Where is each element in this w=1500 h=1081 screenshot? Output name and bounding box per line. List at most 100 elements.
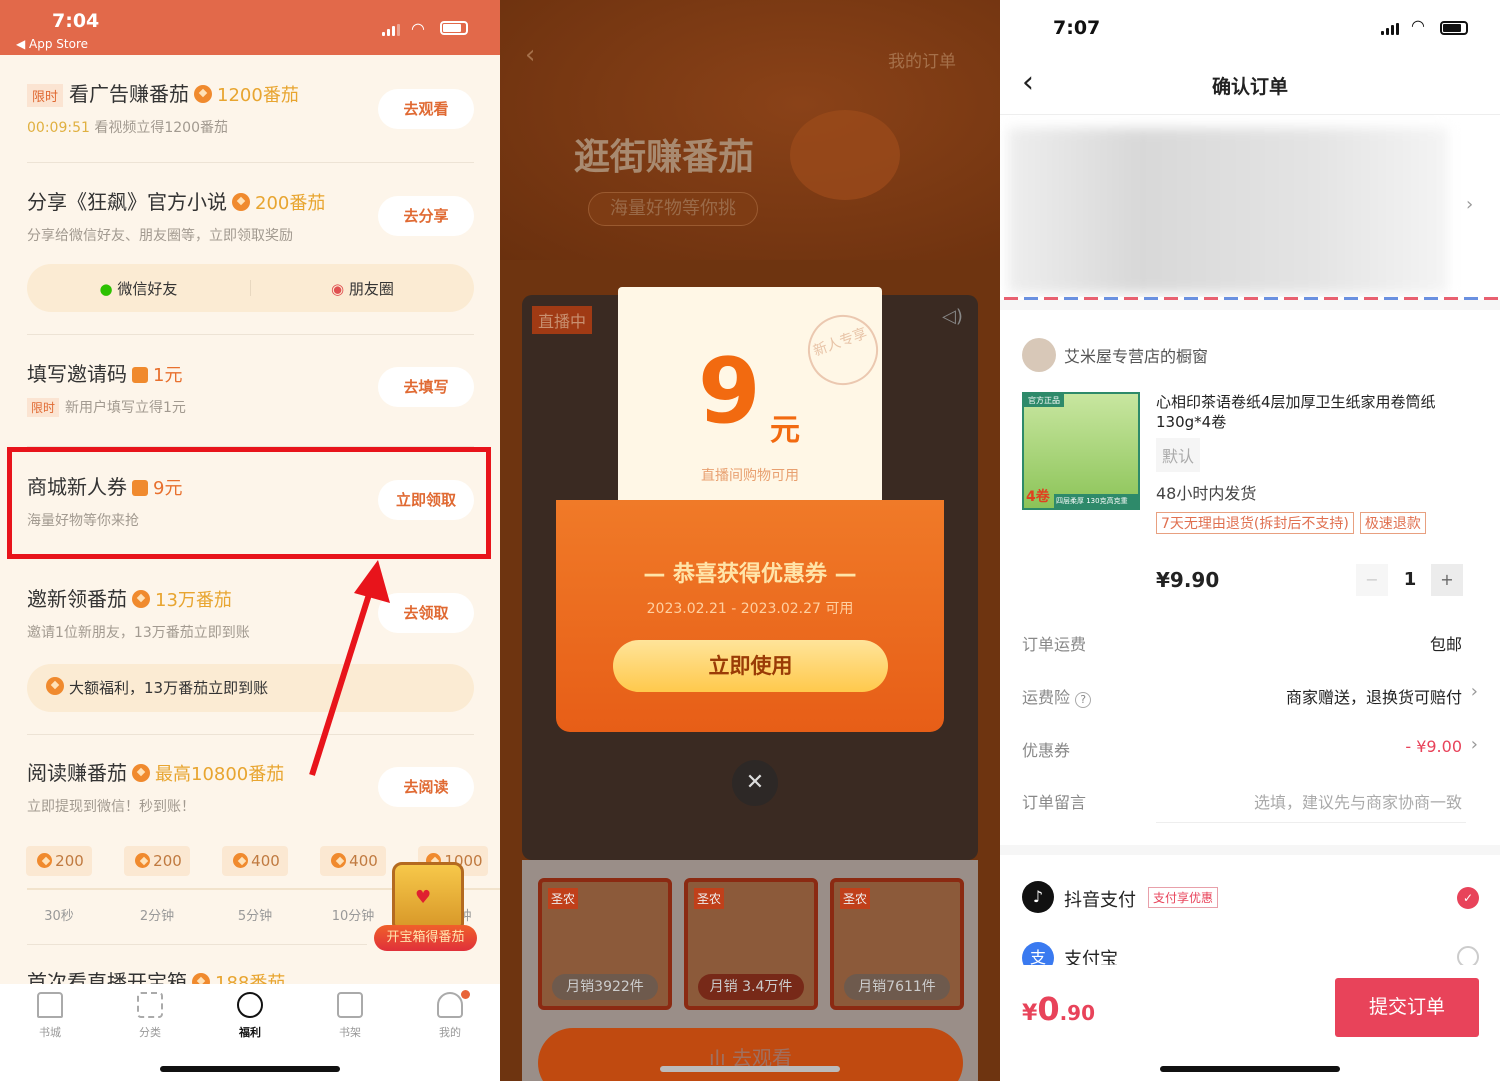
section-gap xyxy=(1000,845,1500,855)
step-label: 10分钟 xyxy=(331,909,375,924)
product-card[interactable]: 圣农 月销7611件 xyxy=(830,878,964,1010)
row-label: 订单留言 xyxy=(1022,793,1087,812)
quantity-value[interactable]: 1 xyxy=(1398,569,1422,590)
tab-mine[interactable]: 我的 xyxy=(420,990,480,1040)
cash-icon xyxy=(132,367,148,383)
chevron-right-icon: › xyxy=(1470,681,1478,702)
task-subtitle: 新用户填写立得1元 xyxy=(65,400,186,416)
tab-label: 我的 xyxy=(439,1026,461,1039)
chevron-right-icon[interactable]: › xyxy=(1466,194,1473,215)
shop-avatar xyxy=(1022,338,1056,372)
status-bar: 7:04 ◀ App Store ◠ xyxy=(0,0,500,55)
radio-unselected-icon[interactable] xyxy=(1457,946,1479,965)
alipay-icon: 支 xyxy=(1022,942,1054,965)
task-subtitle: 分享给微信好友、朋友圈等，立即领取奖励 xyxy=(27,228,293,244)
tab-welfare[interactable]: 福利 xyxy=(220,992,280,1040)
back-icon[interactable]: ‹ xyxy=(525,40,535,70)
coupon-note: 直播间购物可用 xyxy=(701,468,799,484)
watch-ad-button[interactable]: 去观看 xyxy=(378,89,474,129)
product-card[interactable]: 圣农 月销3922件 xyxy=(538,878,672,1010)
step-value: 200 xyxy=(153,852,182,870)
radio-selected-icon[interactable]: ✓ xyxy=(1457,887,1479,909)
coin-icon xyxy=(331,853,347,868)
speaker-icon[interactable]: ◁) xyxy=(942,306,963,327)
fill-code-button[interactable]: 去填写 xyxy=(378,367,474,407)
help-icon[interactable]: ? xyxy=(1075,692,1092,708)
currency-symbol: ¥ xyxy=(1022,1001,1038,1026)
my-orders-link[interactable]: 我的订单 xyxy=(888,47,956,72)
reward-step: 400 xyxy=(320,846,386,876)
image-caption: 四层柔厚 130克高克重 xyxy=(1054,494,1138,508)
service-badges: 7天无理由退货(拆封后不支持) 极速退款 xyxy=(1156,512,1426,534)
coupon-envelope: — 恭喜获得优惠券 — 2023.02.21 - 2023.02.27 可用 xyxy=(556,500,944,732)
payment-alipay: 支付宝 xyxy=(1064,949,1118,965)
product-spec[interactable]: 默认 xyxy=(1156,438,1201,472)
share-wechat-friends[interactable]: ● 微信好友 xyxy=(27,278,250,299)
order-note-input[interactable]: 选填，建议先与商家协商一致 xyxy=(1254,789,1462,813)
status-time: 7:04 xyxy=(52,10,100,32)
task-title: 阅读赚番茄 xyxy=(27,761,127,785)
refund-badge: 极速退款 xyxy=(1359,512,1426,534)
invite-banner[interactable]: 大额福利，13万番茄立即到账 xyxy=(27,664,474,712)
signal-icon xyxy=(1381,23,1399,35)
image-count: 4卷 xyxy=(1026,489,1050,505)
share-moments[interactable]: ◉ 朋友圈 xyxy=(251,278,474,299)
payment-douyin[interactable]: 抖音支付 xyxy=(1064,886,1136,912)
submit-order-button[interactable]: 提交订单 xyxy=(1335,978,1479,1037)
reward-step: 400 xyxy=(222,846,288,876)
coin-decoration-icon xyxy=(790,110,900,200)
brand-label: 圣农 xyxy=(548,888,579,909)
countdown: 00:09:51 xyxy=(27,120,90,136)
divider xyxy=(27,944,367,945)
unit-price: ¥9.90 xyxy=(1156,568,1220,592)
use-now-button[interactable]: 立即使用 xyxy=(613,640,888,692)
close-icon[interactable]: ✕ xyxy=(732,760,778,806)
image-badge: 官方正品 xyxy=(1024,394,1064,407)
share-button[interactable]: 去分享 xyxy=(378,196,474,236)
brand-label: 圣农 xyxy=(694,888,725,909)
coin-icon xyxy=(194,85,213,103)
decrease-qty-button[interactable]: − xyxy=(1356,564,1388,596)
task-subtitle: 邀请1位新朋友，13万番茄立即到账 xyxy=(27,625,250,641)
red-arrow-annotation xyxy=(309,560,390,776)
increase-qty-button[interactable]: + xyxy=(1431,564,1463,596)
step-label: 5分钟 xyxy=(237,909,273,924)
task-watch-ad: 限时 看广告赚番茄 1200番茄 00:09:51 看视频立得1200番茄 xyxy=(27,78,299,137)
tab-bookshelf[interactable]: 书架 xyxy=(320,992,380,1040)
shipping-insurance-row[interactable]: 运费险 ? 商家赠送，退换货可赔付 › xyxy=(1022,681,1478,708)
open-chest-button[interactable]: 开宝箱得番茄 xyxy=(374,925,477,951)
home-indicator xyxy=(1160,1066,1340,1072)
highlight-box xyxy=(7,447,491,559)
share-options: ● 微信好友 ◉ 朋友圈 xyxy=(27,264,474,312)
task-invite-code: 填写邀请码 1元 限时 新用户填写立得1元 xyxy=(27,358,186,417)
coin-icon xyxy=(46,677,64,695)
product-image: 官方正品 4卷 四层柔厚 130克高克重 xyxy=(1022,392,1140,510)
shop-name[interactable]: 艾米屋专营店的橱窗 xyxy=(1064,343,1208,367)
share-moments-label: 朋友圈 xyxy=(348,279,394,298)
coin-icon xyxy=(132,764,150,782)
coupon-row[interactable]: 优惠券 - ¥9.00 › xyxy=(1022,734,1478,761)
product-name: 心相印茶语卷纸4层加厚卫生纸家用卷筒纸130g*4卷 xyxy=(1156,393,1436,431)
treasure-chest-icon[interactable]: ♥ xyxy=(392,862,464,928)
alipay-row[interactable]: 支 支付宝 xyxy=(1000,935,1500,965)
coupon-popup-screen: ‹ 我的订单 逛街赚番茄 海量好物等你挑 直播中 ◁) 9 元 直播间购物可用 … xyxy=(500,0,1000,1081)
welfare-screen: 7:04 ◀ App Store ◠ 限时 看广告赚番茄 1200番茄 00:09:… xyxy=(0,0,500,1081)
task-share-novel: 分享《狂飙》官方小说 200番茄 分享给微信好友、朋友圈等，立即领取奖励 xyxy=(27,186,325,245)
live-badge: 直播中 xyxy=(532,306,593,334)
section-gap xyxy=(1000,300,1500,310)
task-reward: 13万番茄 xyxy=(155,590,232,611)
product-card[interactable]: 圣农月销 3.4万件 xyxy=(684,878,818,1010)
task-subtitle: 看视频立得1200番茄 xyxy=(94,120,228,136)
tab-label: 福利 xyxy=(239,1026,261,1039)
tab-bookstore[interactable]: 书城 xyxy=(20,992,80,1040)
address-blurred[interactable] xyxy=(1008,128,1448,293)
task-reward: 1200番茄 xyxy=(217,85,299,106)
task-title: 邀新领番茄 xyxy=(27,587,127,611)
product-sales: 月销 3.4万件 xyxy=(698,974,804,1000)
task-reward: 最高10800番茄 xyxy=(155,764,285,785)
watch-live-button[interactable]: ılı 去观看 xyxy=(538,1028,963,1081)
row-label: 订单运费 xyxy=(1022,635,1087,654)
tab-category[interactable]: 分类 xyxy=(120,992,180,1040)
back-to-app-store[interactable]: ◀ App Store xyxy=(16,37,88,51)
row-label: 优惠券 xyxy=(1022,741,1071,760)
